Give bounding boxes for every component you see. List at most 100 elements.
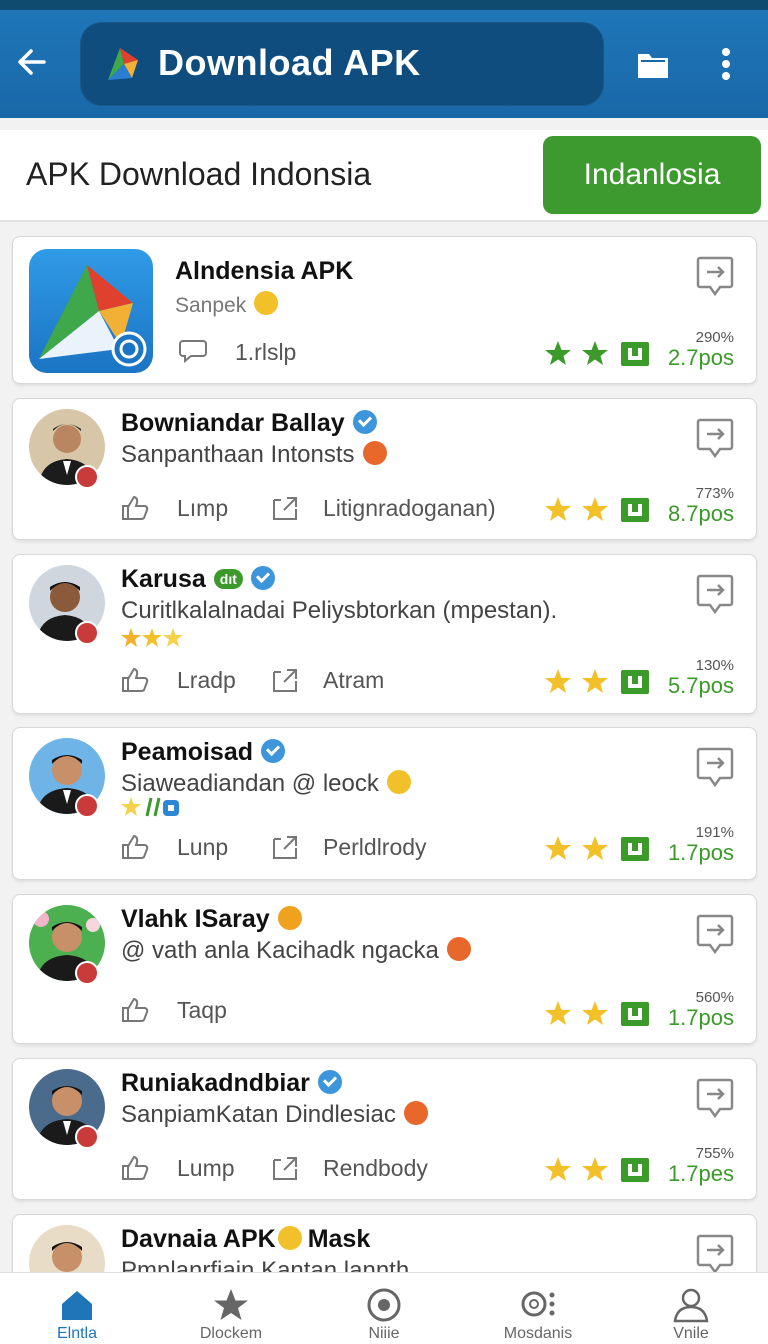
like-label[interactable]: Lunp [177,834,228,861]
region-button[interactable]: Indanlosia [543,136,761,214]
nav-item-search[interactable]: Mosdanis [461,1273,615,1344]
message-icon[interactable] [696,1077,734,1119]
list-item[interactable]: Peamoisad Siaweadiandan @ leock Lunp Per… [12,727,757,880]
app-icon [29,249,153,373]
app-bar: Download APK [0,10,768,118]
item-pos: 1.7pos [667,1005,734,1030]
list-item[interactable]: Runiakadndbiar SanpiamKatan Dindlesiac L… [12,1058,757,1200]
rating-icons [545,836,649,861]
share-label[interactable]: Rendbody [323,1155,428,1182]
share-icon[interactable] [271,834,299,860]
emoji-icon [446,937,471,961]
search-settings-icon [521,1291,555,1317]
item-pos: 1.7pes [667,1161,734,1186]
share-icon[interactable] [271,667,299,693]
back-arrow-icon[interactable] [14,44,50,80]
radio-icon [367,1288,401,1322]
emoji-icon [362,441,387,465]
rating-icons [545,497,649,522]
bottom-navigation: Elntla Dlockem Niiie Mosdanis Vnile [0,1272,768,1344]
nav-item-profile[interactable]: Vnile [614,1273,768,1344]
item-pos: 1.7pos [667,840,734,865]
region-header: APK Download Indonsia Indanlosia [0,130,768,222]
list-item[interactable]: Karusa dıt Curitlkalalnadai Peliysbtorkan… [12,554,757,714]
item-pos: 8.7pos [667,501,734,526]
message-icon[interactable] [696,913,734,955]
item-name: Vlahk ISaray [121,905,302,934]
more-vertical-icon[interactable] [718,46,734,82]
item-stat: 1.rlslp [235,339,297,365]
verified-icon [317,1070,342,1094]
like-icon[interactable] [121,997,149,1023]
item-name: Peamoisad [121,738,286,767]
item-name: Alndensia APK [175,257,354,285]
message-icon[interactable] [696,1233,734,1275]
like-icon[interactable] [121,495,149,521]
item-sub: Curitlkalalnadai Peliysbtorkan (mpestan)… [121,597,558,624]
like-icon[interactable] [121,667,149,693]
item-percent: 773% [695,485,734,502]
nav-label: Mosdanis [503,1325,573,1342]
mini-badges-icon [121,797,179,817]
item-pos: 2.7pos [667,345,734,370]
emoji-icon [277,906,302,930]
avatar-badge [75,961,99,985]
like-label[interactable]: Lradp [177,667,236,694]
comment-icon[interactable] [179,337,207,363]
like-icon[interactable] [121,834,149,860]
verified-icon [250,566,275,590]
item-percent: 191% [695,824,734,841]
like-icon[interactable] [121,1155,149,1181]
share-label[interactable]: Perldlrody [323,834,427,861]
item-percent: 130% [695,657,734,674]
verified-icon [352,410,377,434]
rating-icons [545,669,649,694]
share-icon[interactable] [271,495,299,521]
app-logo-icon [108,48,138,80]
region-title: APK Download Indonsia [26,156,372,192]
item-sub: Siaweadiandan @ leock [121,770,411,798]
item-pos: 5.7pos [667,673,734,698]
item-sub: @ vath anla Kacihadk ngacka [121,937,471,965]
nav-item-home[interactable]: Elntla [0,1273,154,1344]
tag-badge: dıt [213,569,243,589]
share-label[interactable]: Litignradoganan) [323,495,496,522]
item-name: Runiakadndbiar [121,1069,342,1098]
share-label[interactable]: Atram [323,667,384,694]
page-title: Download APK [158,42,421,83]
nav-item-star[interactable]: Dlockem [154,1273,308,1344]
avatar-badge [75,794,99,818]
mini-stars-icon [121,628,183,647]
nav-item-radio[interactable]: Niiie [307,1273,461,1344]
like-label[interactable]: Lımp [177,495,228,522]
rating-icons [545,1001,649,1026]
list-item[interactable]: Bowniandar Ballay Sanpanthaan Intonsts L… [12,398,757,540]
item-name: Davnaia APK Mask [121,1225,371,1253]
nav-label: Elntla [56,1325,98,1342]
nav-label: Niiie [368,1325,400,1342]
avatar-badge [75,621,99,645]
list-item[interactable]: Alndensia APK Sanpek 1.rlslp 290% 2.7pos [12,236,757,384]
message-icon[interactable] [696,255,734,297]
like-label[interactable]: Taqp [177,997,227,1024]
like-label[interactable]: Lump [177,1155,235,1182]
folder-icon[interactable] [636,50,670,80]
home-icon [62,1291,92,1320]
message-icon[interactable] [696,573,734,615]
app-screen: Download APK APK Download Indonsia Indan… [0,0,768,1344]
list-item[interactable]: Vlahk ISaray @ vath anla Kacihadk ngacka… [12,894,757,1044]
item-name: Karusa dıt [121,565,275,594]
nav-label: Dlockem [199,1325,263,1342]
rating-icons [545,341,649,366]
avatar-badge [75,465,99,489]
item-percent: 290% [695,329,734,346]
message-icon[interactable] [696,417,734,459]
share-icon[interactable] [271,1155,299,1181]
user-icon [673,1288,709,1323]
message-icon[interactable] [696,746,734,788]
title-pill[interactable]: Download APK [80,22,604,106]
star-icon [214,1289,248,1320]
rating-icons [545,1157,649,1182]
item-name: Bowniandar Ballay [121,409,377,438]
emoji-icon [386,770,411,794]
